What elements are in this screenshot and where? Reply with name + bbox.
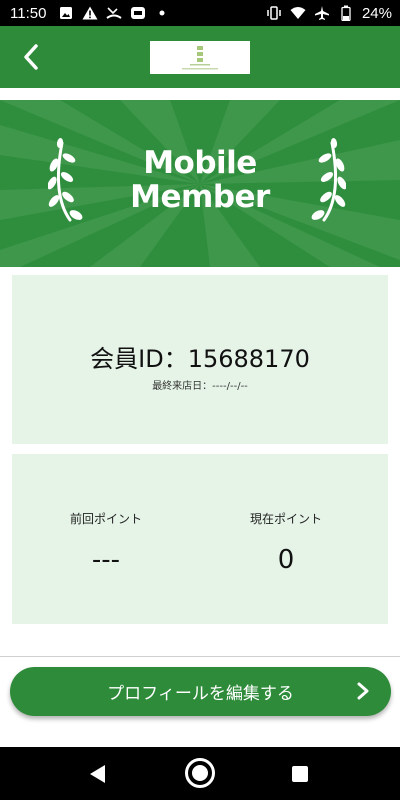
nav-recents-icon[interactable]	[292, 766, 308, 782]
last-visit-date: 最終来店日：----/--/--	[152, 381, 248, 392]
member-info-card: 会員ID：15688170 最終来店日：----/--/--	[12, 275, 388, 444]
dot-icon	[154, 5, 170, 21]
wifi-icon	[290, 5, 306, 21]
system-nav-bar	[0, 747, 400, 800]
chevron-left-icon	[24, 44, 38, 70]
airplane-icon	[314, 5, 330, 21]
previous-points-value: ---	[91, 545, 121, 575]
laurel-right-icon	[311, 138, 346, 222]
footer-divider	[0, 656, 400, 657]
image-icon	[58, 5, 74, 21]
current-points-value: 0	[277, 545, 295, 575]
status-time: 11:50	[10, 4, 47, 22]
app-bar	[0, 26, 400, 88]
brand-logo	[150, 41, 250, 74]
battery-percentage: 24%	[361, 4, 392, 22]
points-card: 前回ポイント --- 現在ポイント 0	[12, 454, 388, 624]
current-points-label: 現在ポイント	[249, 512, 322, 526]
warning-icon	[82, 5, 98, 21]
nav-home-icon[interactable]	[184, 757, 216, 789]
nav-back-icon[interactable]	[89, 764, 107, 784]
member-id: 会員ID：15688170	[90, 345, 310, 373]
back-button[interactable]	[14, 40, 48, 74]
current-points: 現在ポイント 0	[192, 510, 380, 575]
battery-icon	[338, 5, 354, 21]
logo-mark-icon	[182, 45, 218, 69]
vibrate-icon	[266, 5, 282, 21]
missed-call-icon	[106, 5, 123, 21]
system-icons: 24%	[266, 5, 392, 22]
status-bar: 11:50 24%	[0, 0, 400, 26]
previous-points-label: 前回ポイント	[69, 512, 142, 526]
edit-profile-label: プロフィールを編集する	[107, 684, 294, 704]
header-spacer	[0, 88, 400, 100]
laurel-left-icon	[48, 138, 83, 222]
app-notification-icon	[130, 5, 146, 21]
chevron-right-icon	[357, 682, 369, 700]
notification-icons	[58, 5, 170, 21]
edit-profile-button[interactable]: プロフィールを編集する	[10, 667, 391, 716]
previous-points: 前回ポイント ---	[12, 510, 200, 575]
